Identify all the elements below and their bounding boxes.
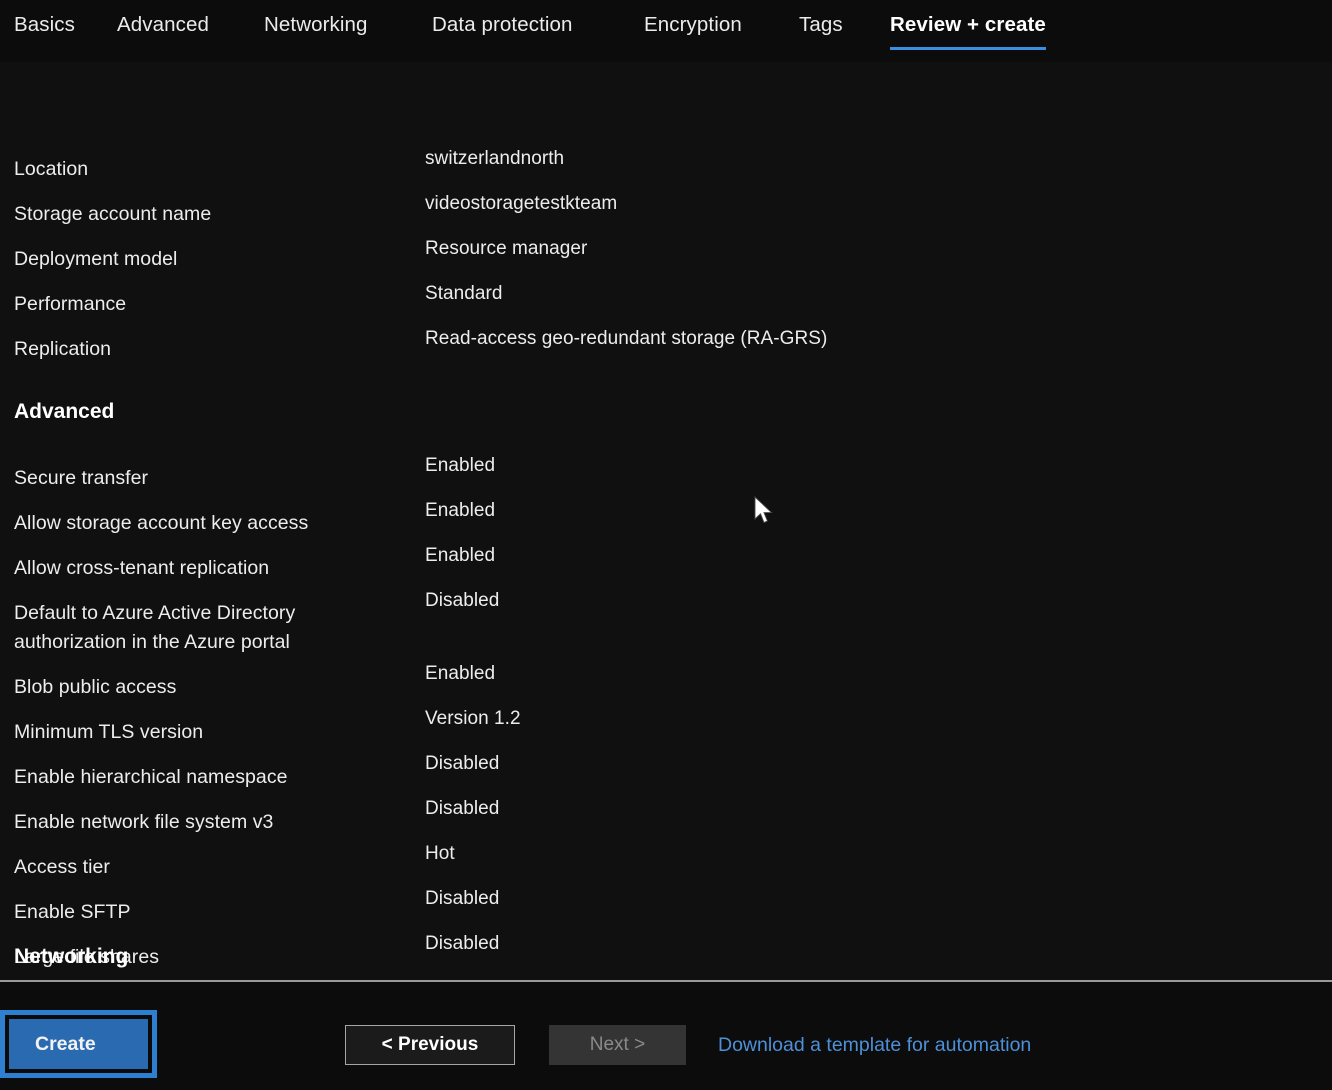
active-tab-underline bbox=[890, 47, 1046, 50]
advanced-row-label: Enable SFTP bbox=[14, 901, 131, 923]
summary-row-value: Standard bbox=[425, 283, 503, 304]
tab-advanced[interactable]: Advanced bbox=[117, 13, 209, 37]
download-template-link[interactable]: Download a template for automation bbox=[718, 1034, 1031, 1057]
advanced-row-label: Secure transfer bbox=[14, 467, 149, 489]
advanced-row-label: Minimum TLS version bbox=[14, 721, 204, 743]
review-create-panel: Location switzerlandnorth Storage account … bbox=[0, 62, 1332, 980]
advanced-row-value: Enabled bbox=[425, 500, 496, 521]
advanced-row-value: Enabled bbox=[425, 663, 496, 684]
tab-encryption[interactable]: Encryption bbox=[644, 13, 742, 37]
advanced-row-label: Allow cross-tenant replication bbox=[14, 557, 270, 579]
tab-review-create[interactable]: Review + create bbox=[890, 13, 1046, 50]
advanced-row-label: Blob public access bbox=[14, 676, 177, 698]
section-heading-advanced: Advanced bbox=[14, 400, 115, 423]
summary-row-value: videostoragetestkteam bbox=[425, 193, 618, 214]
advanced-row-value: Enabled bbox=[425, 545, 496, 566]
tab-label: Data protection bbox=[432, 13, 573, 36]
summary-row-value: Resource manager bbox=[425, 238, 588, 259]
section-heading-networking: Networking bbox=[14, 945, 129, 968]
tab-basics[interactable]: Basics bbox=[14, 13, 75, 37]
summary-row-label: Replication bbox=[14, 338, 112, 360]
advanced-row-label: Access tier bbox=[14, 856, 110, 878]
wizard-tab-strip: Basics Advanced Networking Data protection E… bbox=[0, 0, 1332, 62]
advanced-row-value: Disabled bbox=[425, 933, 500, 954]
tab-networking[interactable]: Networking bbox=[264, 13, 368, 37]
tab-label: Tags bbox=[799, 13, 843, 36]
summary-row-label: Storage account name bbox=[14, 203, 212, 225]
summary-row-label: Performance bbox=[14, 293, 127, 315]
advanced-row-label: Enable network file system v3 bbox=[14, 811, 274, 833]
summary-row-label: Deployment model bbox=[14, 248, 178, 270]
summary-row-value: Read-access geo-redundant storage (RA-GR… bbox=[425, 328, 828, 349]
tab-data-protection[interactable]: Data protection bbox=[432, 13, 573, 37]
tab-label: Review + create bbox=[890, 13, 1046, 36]
advanced-row-label: Allow storage account key access bbox=[14, 512, 309, 534]
advanced-row-label: Default to Azure Active Directory author… bbox=[14, 602, 296, 653]
advanced-row-value: Disabled bbox=[425, 590, 500, 611]
advanced-row-value: Version 1.2 bbox=[425, 708, 521, 729]
previous-button[interactable]: < Previous bbox=[345, 1025, 515, 1065]
tab-tags[interactable]: Tags bbox=[799, 13, 843, 37]
summary-row-value: switzerlandnorth bbox=[425, 148, 565, 169]
advanced-row-value: Disabled bbox=[425, 753, 500, 774]
tab-label: Networking bbox=[264, 13, 368, 36]
create-button[interactable]: Create bbox=[9, 1019, 148, 1069]
advanced-row-value: Enabled bbox=[425, 455, 496, 476]
advanced-row-label: Enable hierarchical namespace bbox=[14, 766, 288, 788]
wizard-footer: Create < Previous Next > Download a temp… bbox=[0, 982, 1332, 1090]
advanced-row-value: Disabled bbox=[425, 888, 500, 909]
next-button: Next > bbox=[549, 1025, 686, 1065]
create-button-focus-ring[interactable]: Create bbox=[0, 1010, 157, 1078]
tab-label: Advanced bbox=[117, 13, 209, 36]
advanced-row-value: Disabled bbox=[425, 798, 500, 819]
tab-label: Encryption bbox=[644, 13, 742, 36]
advanced-row-value: Hot bbox=[425, 843, 455, 864]
tab-label: Basics bbox=[14, 13, 75, 36]
summary-row-label: Location bbox=[14, 158, 89, 180]
